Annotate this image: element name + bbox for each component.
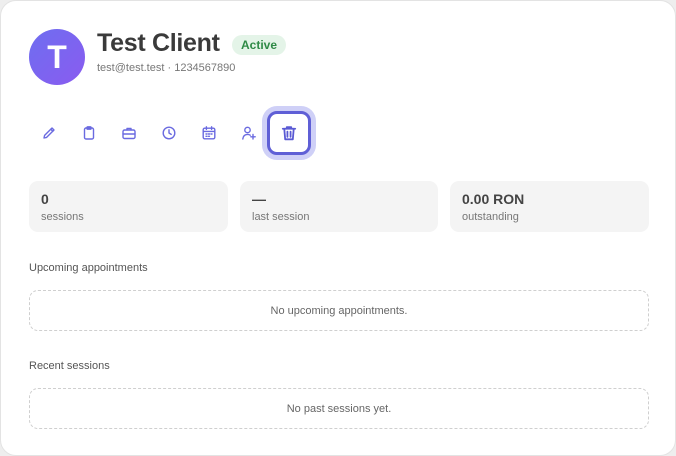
stat-label: outstanding [462,211,519,223]
stat-label: last session [252,211,310,223]
services-button[interactable] [109,113,149,153]
pencil-icon [43,127,55,139]
client-contact: test@test.test · 1234567890 [97,62,235,74]
client-name: Test Client [97,29,220,57]
stat-value: 0.00 RON [462,191,525,207]
clock-icon [162,126,176,140]
client-phone: 1234567890 [174,62,236,74]
briefcase-icon [122,127,136,140]
stat-label: sessions [41,211,84,223]
clipboard-icon [83,126,95,140]
upcoming-appointments-empty: No upcoming appointments. [29,290,649,331]
status-badge: Active [232,35,287,55]
contact-separator: · [164,62,175,74]
avatar: T [29,29,85,85]
user-plus-icon [242,126,256,140]
client-card: T Test Client Active test@test.test · 12… [0,0,676,456]
upcoming-appointments-title: Upcoming appointments [29,262,148,274]
notes-button[interactable] [69,113,109,153]
stat-sessions: 0 sessions [29,181,228,232]
recent-sessions-empty: No past sessions yet. [29,388,649,429]
history-button[interactable] [149,113,189,153]
stat-last-session: — last session [240,181,438,232]
share-client-button[interactable] [229,113,269,153]
trash-icon [281,126,297,141]
action-toolbar [29,111,311,155]
stat-outstanding: 0.00 RON outstanding [450,181,649,232]
delete-button[interactable] [267,111,311,155]
stat-value: — [252,191,266,207]
client-email: test@test.test [97,62,165,74]
recent-sessions-title: Recent sessions [29,360,110,372]
edit-button[interactable] [29,113,69,153]
stat-value: 0 [41,191,49,207]
calendar-icon [202,126,216,140]
schedule-button[interactable] [189,113,229,153]
